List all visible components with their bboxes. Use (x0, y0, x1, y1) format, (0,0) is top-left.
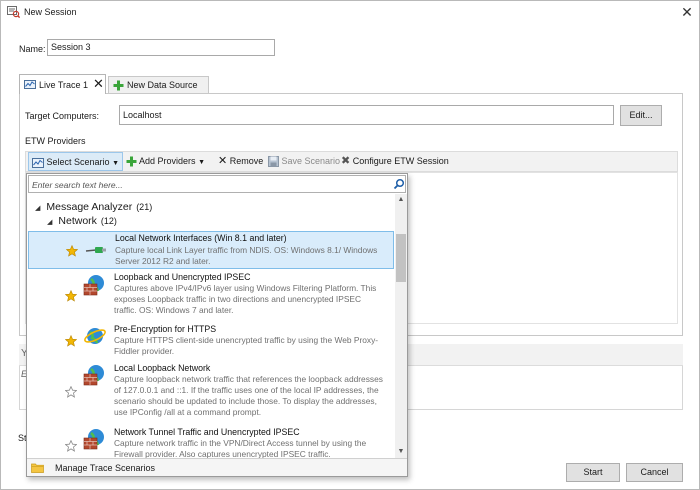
network-cable-icon (85, 247, 106, 253)
configure-etw-session-button[interactable]: ✖ Configure ETW Session (341, 152, 449, 171)
remove-icon: ✕ (218, 155, 228, 167)
select-scenario-label: Select Scenario (46, 157, 110, 167)
scenario-description: Capture loopback network traffic that re… (114, 374, 383, 417)
expand-triangle-icon: ◢ (35, 205, 41, 212)
title-bar: New Session ✕ (1, 1, 699, 23)
edit-button[interactable]: Edit... (620, 105, 662, 126)
add-providers-button[interactable]: Add Providers ▼ (126, 152, 205, 171)
save-scenario-button[interactable]: Save Scenario (268, 152, 340, 171)
globe-firewall-icon (83, 365, 104, 386)
search-icon[interactable] (393, 178, 405, 190)
expand-triangle-icon: ◢ (47, 219, 53, 226)
etw-toolbar: Select Scenario ▼ Add Providers ▼ ✕ Remo… (25, 151, 678, 172)
add-icon (126, 156, 137, 167)
scenario-icon (32, 157, 44, 168)
add-providers-label: Add Providers (139, 156, 196, 166)
tab-label: New Data Source (127, 80, 198, 90)
remove-button[interactable]: ✕ Remove (218, 152, 263, 171)
favorite-star-outline-icon[interactable] (65, 440, 77, 452)
scenario-item[interactable]: Loopback and Unencrypted IPSEC Captures … (28, 271, 394, 323)
scenario-title: Local Loopback Network (114, 363, 211, 373)
tab-live-trace[interactable]: Live Trace 1 ✕ (19, 74, 106, 94)
globe-firewall-icon (83, 275, 104, 296)
node-count: (21) (136, 202, 153, 212)
scenario-title: Loopback and Unencrypted IPSEC (114, 272, 251, 282)
configure-etw-label: Configure ETW Session (352, 156, 449, 166)
manage-trace-scenarios-button[interactable]: Manage Trace Scenarios (27, 458, 407, 476)
favorite-star-icon[interactable] (65, 335, 77, 347)
save-icon (268, 156, 279, 168)
remove-label: Remove (229, 156, 264, 166)
start-button[interactable]: Start (566, 463, 620, 482)
add-icon (113, 80, 124, 91)
scenario-item[interactable]: Pre-Encryption for HTTPS Capture HTTPS c… (28, 323, 394, 361)
tree-node-network[interactable]: ◢ Network (12) (47, 215, 117, 227)
dropdown-arrow-icon: ▼ (198, 159, 205, 166)
ie-globe-icon (84, 328, 106, 344)
scenario-title: Network Tunnel Traffic and Unencrypted I… (114, 427, 300, 437)
folder-icon (31, 463, 44, 473)
vertical-scrollbar[interactable]: ▲ ▼ (395, 194, 407, 460)
node-label: Message Analyzer (46, 201, 133, 213)
scenario-description: Capture network traffic in the VPN/Direc… (114, 438, 367, 458)
scenario-description: Capture local Link Layer traffic from ND… (115, 245, 378, 266)
dialog-title: New Session (24, 7, 77, 17)
node-count: (12) (100, 216, 117, 226)
scenario-item[interactable]: Local Loopback Network Capture loopback … (28, 362, 394, 424)
scenario-title: Local Network Interfaces (Win 8.1 and la… (115, 233, 287, 243)
close-tab-icon[interactable]: ✕ (93, 76, 104, 92)
scroll-up-icon[interactable]: ▲ (395, 194, 407, 206)
name-label: Name: (19, 44, 46, 54)
scroll-down-icon[interactable]: ▼ (395, 446, 407, 458)
search-placeholder: Enter search text here... (32, 180, 123, 190)
new-session-dialog: New Session ✕ Name: Session 3 Live Trace… (0, 0, 700, 490)
dropdown-arrow-icon: ▼ (112, 160, 120, 167)
scenario-description: Capture HTTPS client-side unencrypted tr… (114, 335, 379, 356)
scenario-search[interactable]: Enter search text here... (28, 175, 406, 193)
etw-providers-label: ETW Providers (25, 136, 86, 146)
live-trace-icon (24, 80, 36, 89)
tree-node-message-analyzer[interactable]: ◢ Message Analyzer (21) (35, 201, 152, 213)
close-icon[interactable]: ✕ (679, 3, 695, 21)
favorite-star-icon[interactable] (66, 245, 78, 257)
target-computers-input[interactable]: Localhost (119, 105, 614, 125)
scenario-item[interactable]: Network Tunnel Traffic and Unencrypted I… (28, 426, 394, 458)
scenario-tree: ◢ Message Analyzer (21) ◢ Network (12) Local… (27, 196, 394, 458)
scenario-item[interactable]: Local Network Interfaces (Win 8.1 and la… (28, 231, 394, 269)
target-computers-label: Target Computers: (25, 111, 100, 121)
tab-label: Live Trace 1 (39, 80, 89, 90)
tab-new-data-source[interactable]: New Data Source (108, 76, 209, 94)
scenario-dropdown: Enter search text here... ◢ Message Analy… (26, 173, 408, 477)
scenario-title: Pre-Encryption for HTTPS (114, 324, 217, 334)
favorite-star-icon[interactable] (65, 290, 77, 302)
scenario-description: Captures above IPv4/IPv6 layer using Win… (114, 283, 377, 315)
select-scenario-button[interactable]: Select Scenario ▼ (28, 152, 123, 171)
wrench-icon: ✖ (341, 155, 351, 167)
cancel-button[interactable]: Cancel (626, 463, 683, 482)
favorite-star-outline-icon[interactable] (65, 386, 77, 398)
session-icon (7, 6, 20, 18)
globe-firewall-icon (83, 429, 104, 450)
scroll-thumb[interactable] (396, 234, 406, 282)
session-name-input[interactable]: Session 3 (47, 39, 275, 56)
node-label: Network (58, 215, 97, 227)
manage-trace-scenarios-label: Manage Trace Scenarios (55, 463, 156, 473)
save-scenario-label: Save Scenario (281, 156, 341, 166)
